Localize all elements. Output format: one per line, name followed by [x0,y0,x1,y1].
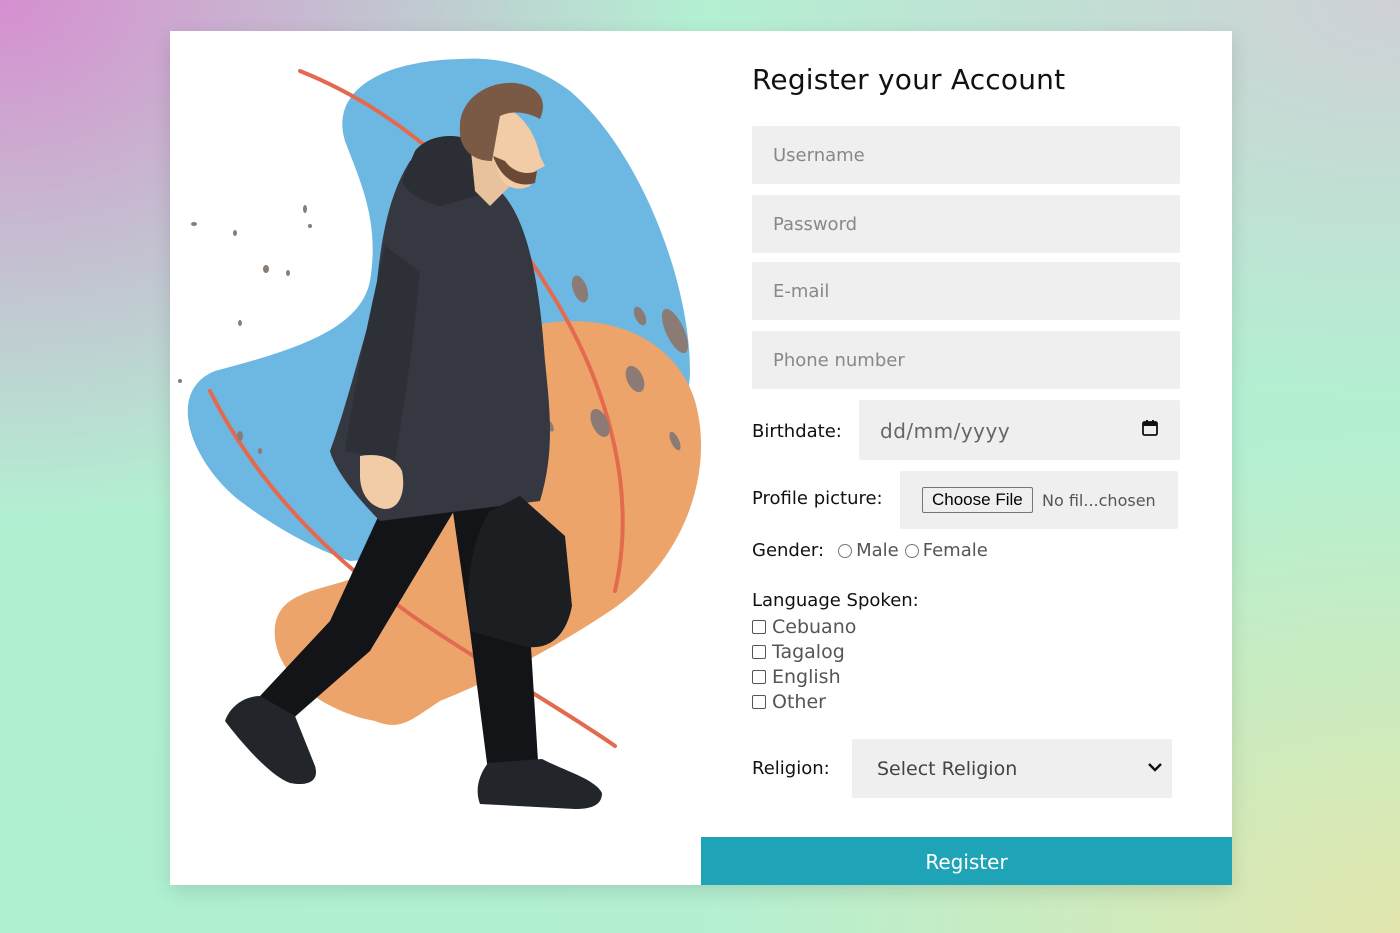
email-field[interactable] [752,262,1180,320]
registration-card: Register your Account Birthdate: dd/mm/y… [170,31,1232,885]
language-list: Cebuano Tagalog English Other [752,614,856,714]
religion-label: Religion: [752,758,830,779]
birthdate-label: Birthdate: [752,421,842,442]
language-item: Other [752,689,856,714]
language-tagalog-checkbox[interactable] [752,644,766,659]
religion-selected-value: Select Religion [877,758,1018,780]
language-cebuano-checkbox[interactable] [752,619,766,634]
language-item: English [752,664,856,689]
gender-label: Gender: [752,540,825,561]
register-button[interactable]: Register [701,837,1232,885]
language-cebuano-label: Cebuano [772,615,857,638]
file-status: No fil...chosen [1042,491,1156,510]
language-other-label: Other [772,690,826,713]
language-other-checkbox[interactable] [752,694,766,709]
registration-form: Register your Account Birthdate: dd/mm/y… [752,31,1232,885]
religion-select[interactable]: Select Religion [852,739,1172,798]
password-field[interactable] [752,195,1180,253]
calendar-icon[interactable] [1142,420,1158,436]
gender-female-label: Female [922,540,988,561]
gender-female-radio[interactable] [904,543,919,558]
phone-field[interactable] [752,331,1180,389]
language-tagalog-label: Tagalog [772,640,845,663]
profile-picture-label: Profile picture: [752,488,883,509]
language-label: Language Spoken: [752,590,919,611]
username-field[interactable] [752,126,1180,184]
choose-file-button[interactable]: Choose File [922,487,1033,513]
gender-male-radio[interactable] [838,543,853,558]
gender-male-label: Male [856,540,899,561]
profile-picture-input: Choose File No fil...chosen [900,471,1178,529]
form-title: Register your Account [752,63,1066,96]
language-english-label: English [772,665,841,688]
birthdate-input[interactable]: dd/mm/yyyy [859,400,1180,460]
gender-row: Gender: Male Female [752,540,994,561]
birthdate-placeholder: dd/mm/yyyy [880,419,1011,443]
language-item: Tagalog [752,639,856,664]
language-item: Cebuano [752,614,856,639]
language-english-checkbox[interactable] [752,669,766,684]
chevron-down-icon [1148,763,1162,772]
walking-man-illustration [170,31,702,885]
